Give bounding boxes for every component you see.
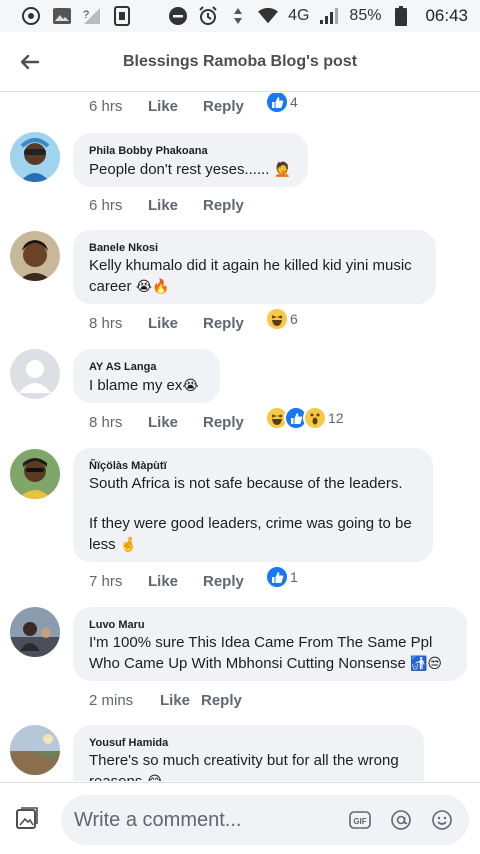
reply-button[interactable]: Reply [203, 414, 265, 431]
wifi-icon [258, 6, 279, 26]
comment-time: 8 hrs [89, 413, 123, 431]
like-button[interactable]: Like [148, 197, 203, 214]
comment-time: 6 hrs [89, 196, 123, 214]
avatar[interactable] [10, 449, 60, 499]
comment-emoji: 😭 [182, 377, 199, 393]
photo-attach-button[interactable] [14, 805, 44, 835]
comment-meta: 6 hrs Like Reply 4 [89, 93, 298, 117]
reaction-summary[interactable]: 12 [265, 406, 344, 430]
comment-meta: 8 hrs Like Reply 12 [89, 406, 344, 433]
avatar[interactable] [10, 231, 60, 281]
image-icon [52, 6, 72, 26]
comment-time: 7 hrs [89, 572, 123, 590]
back-button[interactable] [0, 32, 60, 92]
comment-bubble: AY AS Langa I blame my ex😭 [73, 349, 220, 403]
network-type: 4G [288, 7, 310, 24]
battery-percent: 85% [349, 7, 382, 24]
signal-icon [319, 6, 339, 26]
comment-text: Kelly khumalo did it again he killed kid… [89, 257, 412, 295]
comment-author[interactable]: Luvo Maru [89, 617, 451, 633]
like-reaction-icon [265, 565, 289, 589]
comment-bubble: Luvo Maru I'm 100% sure This Idea Came F… [73, 607, 467, 681]
like-button[interactable]: Like [160, 692, 201, 709]
comment-author[interactable]: AY AS Langa [89, 359, 204, 375]
photo-icon [16, 807, 38, 829]
avatar[interactable] [10, 607, 60, 657]
comment-author[interactable]: Ñïçölàs Màpùtï [89, 458, 417, 474]
data-transfer-icon [228, 6, 248, 26]
reply-button[interactable]: Reply [203, 197, 265, 214]
comment-bubble: Banele Nkosi Kelly khumalo did it again … [73, 230, 436, 304]
reaction-count: 6 [290, 311, 298, 327]
comment-author[interactable]: Banele Nkosi [89, 240, 420, 256]
comment-time: 8 hrs [89, 314, 123, 332]
emoji-button[interactable] [431, 809, 453, 831]
comment-text: I'm 100% sure This Idea Came From The Sa… [89, 634, 443, 672]
comment-emoji: 😭🔥 [135, 278, 170, 294]
svg-text:GIF: GIF [353, 817, 366, 826]
like-button[interactable]: Like [148, 414, 203, 431]
comment-time: 2 mins [89, 691, 134, 709]
location-icon [22, 6, 42, 26]
alarm-icon [198, 6, 218, 26]
gif-icon: GIF [349, 811, 371, 829]
reaction-count: 12 [328, 410, 344, 426]
page-title: Blessings Ramoba Blog's post [122, 52, 358, 70]
gif-button[interactable]: GIF [349, 809, 371, 831]
comment-meta: 8 hrs Like Reply 6 [89, 307, 298, 334]
wow-reaction-icon [303, 406, 327, 430]
at-sign-icon [391, 810, 411, 830]
comment-emoji: 🤞 [119, 536, 138, 552]
comment-text: People don't rest yeses...... 🤦 [89, 161, 292, 178]
svg-text:?: ? [83, 9, 89, 21]
comment-bubble: Ñïçölàs Màpùtï South Africa is not safe … [73, 448, 433, 562]
comment-meta: 2 mins Like Reply [89, 689, 263, 711]
status-bar: ? 4G 85% 06:43 [0, 0, 480, 32]
reaction-summary[interactable]: 1 [265, 565, 298, 589]
do-not-disturb-icon [168, 6, 188, 26]
reaction-summary[interactable]: 6 [265, 307, 298, 331]
reaction-count: 1 [290, 569, 298, 585]
reply-button[interactable]: Reply [203, 573, 265, 590]
reply-button[interactable]: Reply [203, 98, 265, 115]
comment-author[interactable]: Phila Bobby Phakoana [89, 143, 292, 159]
comment-composer: GIF [0, 782, 480, 854]
reply-button[interactable]: Reply [203, 315, 265, 332]
reaction-summary[interactable]: 4 [265, 93, 298, 114]
mention-button[interactable] [390, 809, 412, 831]
comment-author[interactable]: Yousuf Hamida [89, 735, 408, 751]
haha-reaction-icon [265, 307, 289, 331]
comment-time: 6 hrs [89, 97, 123, 115]
comment-meta: 7 hrs Like Reply 1 [89, 565, 298, 592]
comment-emoji: 🤦 [273, 161, 292, 177]
avatar[interactable] [10, 725, 60, 775]
no-signal-icon: ? [82, 6, 102, 26]
sim-icon [112, 6, 132, 26]
like-reaction-icon [265, 93, 289, 114]
avatar[interactable] [10, 132, 60, 182]
reply-button[interactable]: Reply [201, 692, 263, 709]
post-header: Blessings Ramoba Blog's post [0, 32, 480, 92]
comment-text: South Africa is not safe because of the … [89, 475, 412, 553]
comment-bubble: Phila Bobby Phakoana People don't rest y… [73, 133, 308, 187]
battery-icon [391, 6, 411, 26]
comment-emoji: 😂 [146, 773, 163, 781]
comment-text: I blame my ex😭 [89, 377, 199, 394]
like-button[interactable]: Like [148, 98, 203, 115]
comment-emoji: 🚮😒 [409, 655, 443, 671]
comment-text: There's so much creativity but for all t… [89, 751, 408, 781]
like-button[interactable]: Like [148, 315, 203, 332]
like-button[interactable]: Like [148, 573, 203, 590]
comment-bubble: Yousuf Hamida There's so much creativity… [73, 725, 424, 781]
reaction-count: 4 [290, 94, 298, 110]
comment-meta: 6 hrs Like Reply [89, 194, 265, 216]
comment-list[interactable]: 6 hrs Like Reply 4 Phila Bobby Phakoana … [0, 93, 480, 781]
back-arrow-icon [21, 54, 39, 69]
avatar[interactable] [10, 349, 60, 399]
smiley-icon [432, 810, 452, 830]
clock: 06:43 [425, 6, 468, 25]
